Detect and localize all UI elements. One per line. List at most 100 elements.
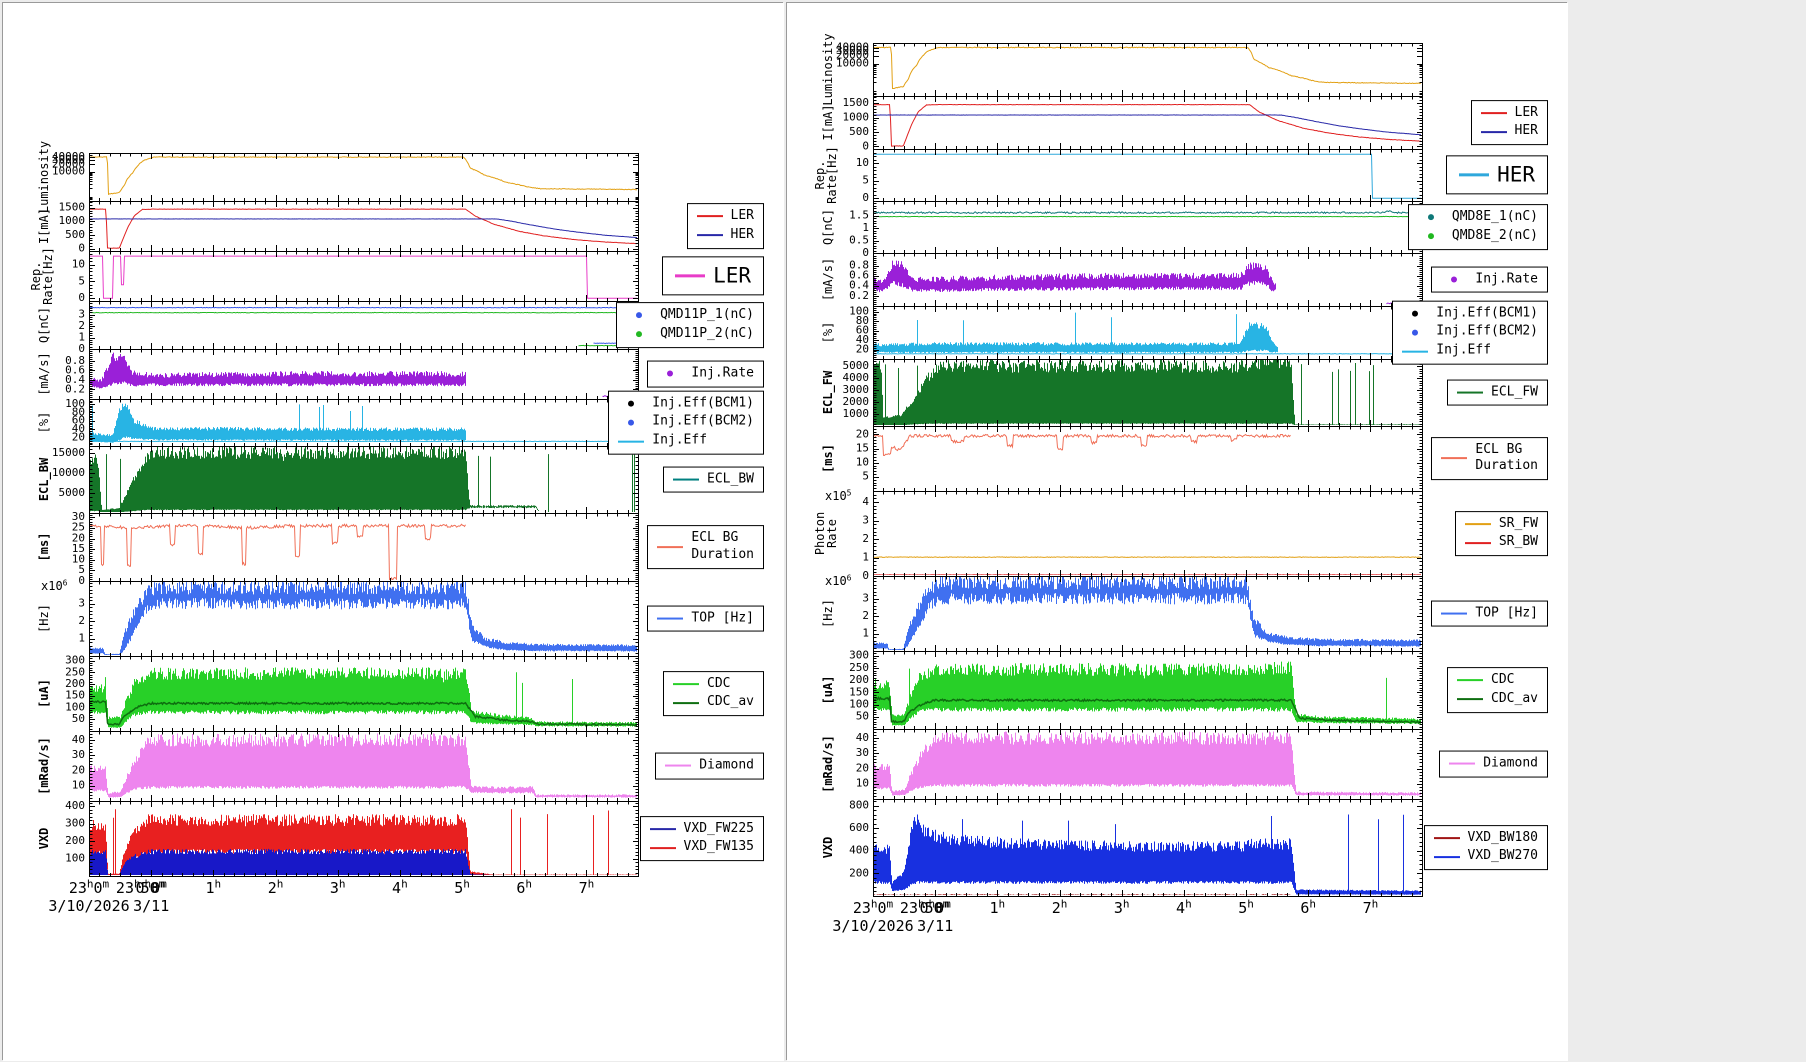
legend-vxd: VXD_BW180 VXD_BW270 [1424, 825, 1548, 871]
legend-entry-label: QMD11P_2(nC) [660, 326, 754, 343]
dot-marker-icon [1418, 233, 1444, 239]
legend-entry-label: HER [1497, 161, 1535, 188]
legend-entry-label: LER [713, 262, 751, 289]
dot-marker-icon [1402, 311, 1428, 317]
line-marker-icon [1481, 131, 1507, 133]
legend-top: TOP [Hz] [1431, 600, 1548, 627]
legend-vxd: VXD_FW225 VXD_FW135 [640, 816, 764, 862]
legend-entry: LER [1481, 104, 1538, 123]
legend-entry: Inj.Rate [657, 365, 754, 384]
line-marker-icon [1457, 391, 1483, 393]
legend-entry: Inj.Eff(BCM2) [1402, 323, 1538, 342]
line-marker-icon [657, 546, 683, 548]
legend-injeff: Inj.Eff(BCM1)Inj.Eff(BCM2)Inj.Eff [608, 390, 764, 455]
legend-entry: CDC_av [673, 694, 754, 713]
legend-entry-label: LER [731, 208, 754, 225]
legend-entry-label: VXD_FW225 [684, 821, 754, 838]
legend-reprate: HER [1446, 155, 1548, 194]
legend-entry: QMD8E_2(nC) [1418, 227, 1538, 246]
legend-entry-label: CDC_av [1491, 691, 1538, 708]
legend-entry-label: CDC [1491, 672, 1514, 689]
legend-entry-label: ECL_FW [1491, 384, 1538, 401]
line-marker-icon [650, 828, 676, 830]
dot-marker-icon [626, 331, 652, 337]
legend-entry: VXD_BW180 [1434, 829, 1538, 848]
line-marker-icon [1481, 112, 1507, 114]
legend-eclfw: ECL_FW [1447, 379, 1548, 406]
dot-marker-icon [618, 401, 644, 407]
legend-reprate: LER [662, 256, 764, 295]
legend-entry: SR_FW [1465, 515, 1538, 534]
legend-cdc: CDCCDC_av [663, 671, 764, 717]
legend-entry: CDC [673, 675, 754, 694]
legend-entry: LER [697, 207, 754, 226]
legend-entry-label: TOP [Hz] [691, 610, 754, 627]
legend-entry: HER [1459, 160, 1535, 189]
legend-entry-label: ECL BG Duration [691, 530, 754, 564]
legend-entry-label: QMD8E_1(nC) [1452, 209, 1538, 226]
legend-entry: TOP [Hz] [657, 609, 754, 628]
legend-current: LERHER [1471, 100, 1548, 146]
legend-entry: VXD_BW270 [1434, 848, 1538, 867]
legend-entry: Inj.Eff(BCM2) [618, 413, 754, 432]
legend-entry: CDC [1457, 671, 1538, 690]
legend-entry: HER [1481, 123, 1538, 142]
line-marker-icon [1434, 856, 1460, 858]
legend-diamond: Diamond [1439, 751, 1548, 778]
legend-entry: HER [697, 226, 754, 245]
dot-marker-icon [657, 371, 683, 377]
legend-entry-label: VXD_FW135 [684, 840, 754, 857]
line-marker-icon [1465, 523, 1491, 525]
legend-injeff: Inj.Eff(BCM1)Inj.Eff(BCM2) Inj.Eff [1392, 300, 1548, 365]
legend-entry-label: LER [1515, 105, 1538, 122]
legend-eclbg: ECL BG Duration [647, 525, 764, 569]
legend-entry: VXD_FW135 [650, 839, 754, 858]
line-marker-icon [1402, 350, 1428, 352]
legend-entry: Inj.Eff(BCM1) [1402, 304, 1538, 323]
legend-entry: QMD11P_1(nC) [626, 306, 754, 325]
dot-marker-icon [1441, 276, 1467, 282]
line-marker-icon [673, 478, 699, 480]
legend-entry-label: HER [731, 227, 754, 244]
legend-entry: VXD_FW225 [650, 820, 754, 839]
legend-entry: ECL_FW [1457, 383, 1538, 402]
line-marker-icon [1457, 680, 1483, 682]
legend-entry: QMD11P_2(nC) [626, 325, 754, 344]
legend-entry: ECL BG Duration [657, 529, 754, 565]
line-marker-icon [697, 234, 723, 236]
dot-marker-icon [626, 313, 652, 319]
dot-marker-icon [1418, 215, 1444, 221]
legend-entry-label: Inj.Eff [1436, 343, 1491, 360]
legend-entry: CDC_av [1457, 690, 1538, 709]
legend-entry-label: QMD8E_2(nC) [1452, 228, 1538, 245]
line-marker-icon [697, 216, 723, 218]
line-marker-icon [673, 702, 699, 704]
legend-entry-label: Inj.Eff [652, 433, 707, 450]
legend-entry-label: VXD_BW180 [1468, 830, 1538, 847]
legend-entry: TOP [Hz] [1441, 604, 1538, 623]
monitor-panel-her: LERHERHERQMD8E_1(nC)QMD8E_2(nC)Inj.RateI… [786, 2, 1567, 1060]
line-marker-icon [1449, 763, 1475, 765]
dot-marker-icon [1402, 329, 1428, 335]
legend-entry: ECL_BW [673, 470, 754, 489]
legend-entry-label: Inj.Eff(BCM1) [652, 395, 754, 412]
legend-entry-label: Inj.Rate [1475, 271, 1538, 288]
legend-top: TOP [Hz] [647, 605, 764, 632]
legend-entry: Inj.Eff(BCM1) [618, 394, 754, 413]
line-marker-icon [618, 440, 644, 442]
legend-injrate: Inj.Rate [647, 361, 764, 388]
legend-entry: QMD8E_1(nC) [1418, 208, 1538, 227]
legend-eclbg: ECL BG Duration [1431, 437, 1548, 481]
legend-entry-label: Inj.Eff(BCM2) [1436, 324, 1538, 341]
legend-entry-label: CDC_av [707, 695, 754, 712]
line-marker-icon [650, 847, 676, 849]
legend-charge: QMD8E_1(nC) QMD8E_2(nC) [1408, 204, 1548, 250]
legend-entry: Inj.Eff [1402, 342, 1538, 361]
legend-entry-label: SR_BW [1499, 535, 1538, 552]
legend-photon: SR_FWSR_BW [1455, 511, 1548, 557]
legend-entry-label: Inj.Rate [691, 366, 754, 383]
legend-entry-label: QMD11P_1(nC) [660, 307, 754, 324]
legend-entry-label: VXD_BW270 [1468, 849, 1538, 866]
legend-cdc: CDC CDC_av [1447, 667, 1548, 713]
legend-injrate: Inj.Rate [1431, 266, 1548, 293]
